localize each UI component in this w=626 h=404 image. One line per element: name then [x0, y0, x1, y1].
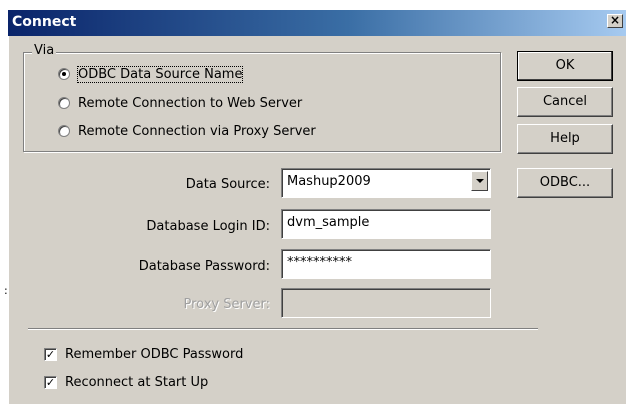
via-group-label: Via [32, 43, 57, 58]
remember-password-label: Remember ODBC Password [65, 346, 244, 362]
check-icon: ✓ [45, 347, 56, 361]
separator [28, 328, 538, 330]
dialog-title: Connect [12, 14, 77, 30]
close-button[interactable]: × [607, 14, 623, 28]
data-source-combobox[interactable]: Mashup2009 [281, 168, 491, 198]
checkbox-checked[interactable]: ✓ [44, 347, 57, 361]
password-input[interactable]: ********** [281, 249, 491, 279]
radio-button-selected[interactable] [58, 68, 70, 80]
reconnect-label: Reconnect at Start Up [65, 374, 209, 390]
proxy-server-input [281, 288, 491, 318]
proxy-server-label: Proxy Server: [183, 297, 270, 312]
login-id-input[interactable]: dvm_sample [281, 209, 491, 239]
data-source-value: Mashup2009 [287, 174, 371, 189]
password-value: ********** [287, 255, 352, 270]
remember-password-option[interactable]: ✓ Remember ODBC Password [44, 345, 243, 363]
login-id-label: Database Login ID: [146, 219, 270, 234]
odbc-button[interactable]: ODBC... [517, 168, 613, 198]
radio-remote-proxy-server[interactable]: Remote Connection via Proxy Server [58, 122, 316, 140]
edge-mark: : [4, 284, 8, 297]
chevron-down-icon[interactable] [471, 171, 488, 191]
cancel-button[interactable]: Cancel [517, 87, 613, 117]
title-bar[interactable]: Connect × [8, 10, 626, 36]
radio-label: Remote Connection via Proxy Server [78, 123, 316, 139]
login-id-value: dvm_sample [287, 215, 370, 230]
radio-button[interactable] [58, 125, 70, 137]
radio-label: ODBC Data Source Name [76, 65, 244, 83]
radio-remote-web-server[interactable]: Remote Connection to Web Server [58, 94, 302, 112]
radio-label: Remote Connection to Web Server [78, 95, 303, 111]
check-icon: ✓ [45, 375, 56, 389]
radio-odbc-dsn[interactable]: ODBC Data Source Name [58, 65, 244, 83]
data-source-label: Data Source: [185, 177, 270, 192]
close-icon: × [609, 13, 621, 27]
checkbox-checked[interactable]: ✓ [44, 375, 57, 389]
help-button[interactable]: Help [517, 124, 613, 154]
ok-button[interactable]: OK [517, 51, 613, 81]
radio-button[interactable] [58, 97, 70, 109]
password-label: Database Password: [138, 259, 270, 274]
reconnect-option[interactable]: ✓ Reconnect at Start Up [44, 373, 208, 391]
